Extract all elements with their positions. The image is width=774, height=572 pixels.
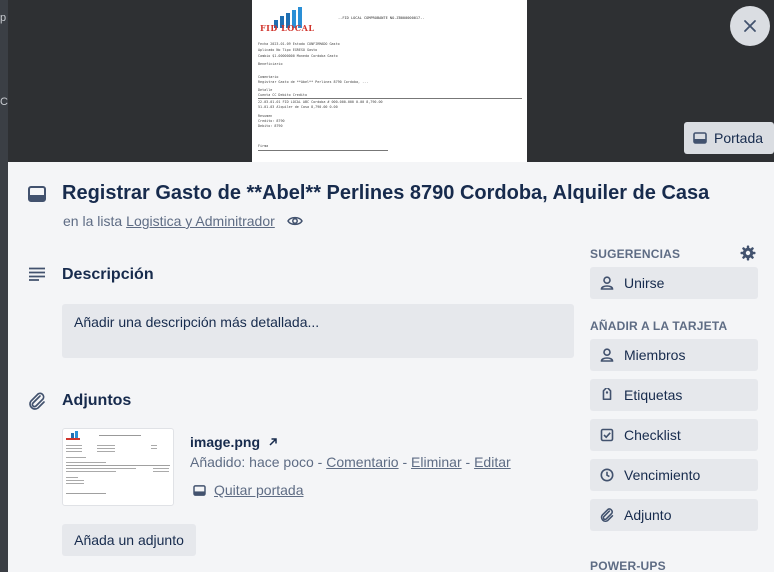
- person-icon: [600, 348, 614, 362]
- members-button[interactable]: Miembros: [590, 339, 758, 371]
- document-line: Registrar Gasto de **Abel** Perlines 879…: [258, 80, 369, 84]
- attachment-label: Adjunto: [624, 507, 672, 523]
- document-line: 51-01-03 Alquiler de Casa 8,790.00 0.00: [258, 105, 338, 109]
- backdrop-char: C: [0, 96, 8, 108]
- list-link[interactable]: Logistica y Adminitrador: [126, 213, 275, 229]
- gear-icon: [740, 245, 756, 261]
- labels-button[interactable]: Etiquetas: [590, 379, 758, 411]
- list-prefix: en la lista: [63, 213, 123, 229]
- document-line: Firma: [258, 144, 269, 148]
- document-line: Aplicado No Tipo EGRESO Gasto: [258, 48, 318, 52]
- attachments-heading: Adjuntos: [62, 392, 132, 409]
- watch-button[interactable]: [286, 215, 303, 227]
- attachment-name[interactable]: image.png: [190, 434, 260, 450]
- join-label: Unirse: [624, 275, 665, 291]
- cover-button[interactable]: Portada: [684, 122, 774, 154]
- document-line: Detalle: [258, 88, 273, 92]
- join-button[interactable]: Unirse: [590, 267, 758, 299]
- description-input[interactable]: Añadir una descripción más detallada...: [62, 304, 574, 358]
- card-title[interactable]: Registrar Gasto de **Abel** Perlines 879…: [62, 182, 709, 205]
- close-icon: [744, 20, 756, 32]
- tag-icon: [602, 388, 612, 401]
- checklist-button[interactable]: Checklist: [590, 419, 758, 451]
- close-button[interactable]: [730, 6, 770, 46]
- document-header: --FID LOCAL COMPROBANTE NO-ZB000000017--: [338, 16, 425, 20]
- card-cover-icon: [193, 484, 206, 496]
- document-line: Beneficiario: [258, 62, 283, 66]
- attachment-thumbnail-image: [66, 431, 170, 494]
- remove-cover-button[interactable]: Quitar portada: [193, 482, 304, 498]
- separator: -: [461, 454, 475, 470]
- delete-link[interactable]: Eliminar: [411, 454, 462, 470]
- board-backdrop: p C: [0, 0, 8, 572]
- attachment-meta: Añadido: hace poco - Comentario - Elimin…: [190, 454, 511, 470]
- attachment-thumbnail[interactable]: [62, 428, 174, 506]
- edit-link[interactable]: Editar: [474, 454, 511, 470]
- document-line: 22-03-01-01 FID LOCAL ABC Cordoba # 000-…: [258, 100, 383, 104]
- description-heading: Descripción: [62, 266, 154, 283]
- document-logo-text: FID LOCAL: [260, 23, 315, 33]
- card-icon: [28, 186, 46, 202]
- card-cover-icon: [693, 132, 707, 144]
- external-link-icon[interactable]: [268, 437, 278, 447]
- attachment-added: Añadido: hace poco: [190, 454, 314, 470]
- members-label: Miembros: [624, 347, 686, 363]
- remove-cover-label: Quitar portada: [214, 482, 304, 498]
- labels-label: Etiquetas: [624, 387, 683, 403]
- due-date-button[interactable]: Vencimiento: [590, 459, 758, 491]
- description-icon: [29, 267, 45, 281]
- add-attachment-button[interactable]: Añada un adjunto: [62, 524, 196, 556]
- document-line: Cambio $1.00000000 Moneda Cordoba Gasto: [258, 54, 338, 58]
- power-ups-heading: POWER-UPS: [590, 559, 666, 572]
- document-line: Resumen: [258, 114, 273, 118]
- attachment-button[interactable]: Adjunto: [590, 499, 758, 531]
- eye-icon: [286, 216, 303, 226]
- backdrop-char: p: [0, 12, 7, 24]
- checklist-icon: [600, 428, 614, 442]
- checklist-label: Checklist: [624, 427, 681, 443]
- signature-rule: [258, 150, 388, 151]
- separator: -: [398, 454, 412, 470]
- cover-image[interactable]: FID LOCAL --FID LOCAL COMPROBANTE NO-ZB0…: [252, 0, 527, 162]
- document-line: Credito: 8790: [258, 119, 285, 123]
- separator: -: [313, 454, 327, 470]
- person-icon: [600, 276, 614, 290]
- paperclip-icon: [600, 508, 614, 522]
- due-date-label: Vencimiento: [624, 467, 701, 483]
- clock-icon: [600, 468, 614, 482]
- document-line: Fecha 2023-01-09 Estado CONFIRMADO Gasto: [258, 42, 340, 46]
- paperclip-icon: [29, 392, 45, 410]
- add-to-card-heading: AÑADIR A LA TARJETA: [590, 319, 728, 333]
- comment-link[interactable]: Comentario: [326, 454, 398, 470]
- attachment-name-row: image.png: [190, 434, 278, 450]
- document-line: Debito: 8790: [258, 124, 283, 128]
- cover-button-label: Portada: [714, 130, 764, 146]
- document-line: Comentario: [258, 75, 279, 79]
- list-info: en la lista Logistica y Adminitrador: [63, 213, 303, 229]
- suggestions-settings-button[interactable]: [738, 243, 758, 263]
- document-rule: [258, 98, 522, 99]
- document-line: Cuenta CC Debito Credito: [258, 93, 307, 97]
- suggestions-heading: SUGERENCIAS: [590, 247, 681, 261]
- card-cover: FID LOCAL --FID LOCAL COMPROBANTE NO-ZB0…: [8, 0, 774, 162]
